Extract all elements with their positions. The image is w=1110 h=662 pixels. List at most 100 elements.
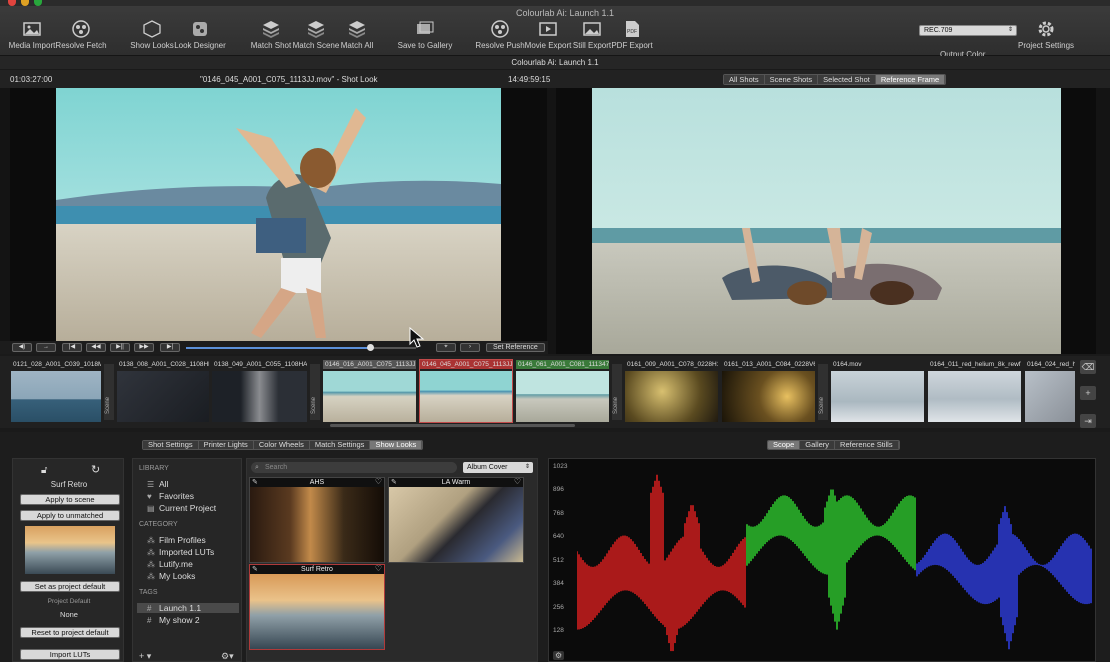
match-scene-icon [308,21,324,38]
shot-thumbnail[interactable]: 0146_061_A001_C081_111347.m... [516,360,609,422]
tab-match-settings[interactable]: Match Settings [309,441,371,449]
project-settings-button[interactable]: Project Settings [1016,20,1076,50]
shot-thumbnail[interactable]: 0164_011_red_helium_8k_rewfil... [928,360,1021,422]
export-shot-button[interactable]: ⇥ [1080,414,1096,428]
mode-all-shots[interactable]: All Shots [724,75,765,84]
show-looks-icon [143,20,161,38]
loop-button[interactable]: → [36,343,56,352]
tab-scope[interactable]: Scope [768,441,801,449]
add-library-button[interactable]: + ▾ [139,651,151,662]
shot-thumbnail[interactable]: 0138_049_A001_C055_1108HA... [212,360,307,422]
category-item-imported-luts[interactable]: ⁂ Imported LUTs [147,547,214,557]
fast-forward-button[interactable]: ▶▶ [134,343,154,352]
tab-shot-settings[interactable]: Shot Settings [143,441,199,449]
rewind-button[interactable]: ◀◀ [86,343,106,352]
reset-rotate-icon[interactable]: ↻ [91,463,100,476]
reset-project-default-button[interactable]: Reset to project default [20,627,120,638]
album-select[interactable]: Album Cover ⇕ [463,462,533,473]
look-designer-button[interactable]: Look Designer [170,20,230,50]
mode-scene-shots[interactable]: Scene Shots [764,75,819,84]
search-input[interactable]: ⌕ Search [251,462,457,473]
heart-icon[interactable]: ♡ [375,564,382,573]
tab-reference-stills[interactable]: Reference Stills [835,441,899,449]
category-item-film-profiles[interactable]: ⁂ Film Profiles [147,535,206,545]
edit-icon[interactable]: ✎ [252,478,258,486]
scope-level-label: 640 [553,533,564,540]
play-pause-button[interactable]: ▶|| [110,343,130,352]
category-item-my-looks[interactable]: ⁂ My Looks [147,571,195,581]
tab-gallery[interactable]: Gallery [800,441,836,449]
shot-thumbnail[interactable]: 0164_024_red_he... [1025,360,1075,422]
apply-to-unmatched-button[interactable]: Apply to unmatched [20,510,120,521]
still-export-icon [583,22,601,36]
scope-level-label: 896 [553,486,564,493]
shot-image [56,88,501,341]
look-card[interactable]: LA Warm ✎ ♡ [388,477,524,563]
delete-icon: ⌫ [1081,362,1095,372]
heart-icon: ♥ [147,492,152,501]
reference-viewer[interactable] [556,88,1096,354]
mode-reference-frame[interactable]: Reference Frame [875,75,946,84]
thumbnail-image [11,371,101,422]
go-to-end-button[interactable]: ▶| [160,343,180,352]
search-icon: ⌕ [255,464,259,471]
resolve-fetch-button[interactable]: Resolve Fetch [51,20,111,50]
shot-thumbnail[interactable]: 0161_013_A001_C084_0228V6... [722,360,815,422]
tab-color-wheels[interactable]: Color Wheels [253,441,310,449]
library-item-all[interactable]: ☰ All [147,479,168,489]
unlock-icon[interactable]: 🔓︎ [41,465,47,476]
gear-icon [1038,21,1054,37]
tab-printer-lights[interactable]: Printer Lights [198,441,254,449]
timeline-scrubber[interactable] [186,344,416,351]
edit-icon[interactable]: ✎ [391,478,397,486]
remove-shot-button[interactable]: ⌫ [1080,360,1096,374]
shot-strip: 0121_028_A001_C039_1018MK... Scene 0138_… [0,356,1110,428]
look-designer-icon [193,22,207,36]
hash-icon: # [147,616,152,625]
tag-item-my-show-2[interactable]: # My show 2 [147,615,200,625]
library-settings-button[interactable]: ⚙▾ [221,651,234,662]
scope-settings-icon[interactable]: ⚙ [553,651,565,660]
library-item-favorites[interactable]: ♥ Favorites [147,491,194,501]
shot-thumbnail[interactable]: 0161_009_A001_C078_0228H1... [625,360,718,422]
add-shot-button[interactable]: + [1080,386,1096,400]
output-color-select[interactable]: REC.709 ⇕ [919,25,1017,36]
set-project-default-button[interactable]: Set as project default [20,581,120,592]
library-item-current-project[interactable]: ▤ Current Project [147,503,216,513]
strip-scrollbar[interactable] [330,424,575,427]
shot-thumbnail[interactable]: 0146_016_A001_C075_1113JJ... [323,360,416,422]
look-card[interactable]: AHS ✎ ♡ [249,477,385,563]
heart-icon[interactable]: ♡ [514,477,521,486]
edit-icon[interactable]: ✎ [252,565,258,573]
shot-thumbnail[interactable]: 0164.mov [831,360,924,422]
tab-show-looks[interactable]: Show Looks [370,441,423,449]
apply-to-scene-button[interactable]: Apply to scene [20,494,120,505]
marker-button[interactable]: ⌖ [436,343,456,352]
next-button[interactable]: › [460,343,480,352]
shot-thumbnail-selected[interactable]: 0146_045_A001_C075_1113JJ... [419,359,513,423]
match-all-button[interactable]: Match All [327,20,387,50]
shot-thumbnail[interactable]: 0138_008_A001_C028_1108HH... [117,360,209,422]
resolve-fetch-icon [72,20,90,38]
svg-text:PDF: PDF [627,29,637,35]
save-to-gallery-button[interactable]: Save to Gallery [395,20,455,50]
scrubber-handle[interactable] [367,344,374,351]
category-item-lutify[interactable]: ⁂ Lutify.me [147,559,193,569]
look-detail-panel: 🔓︎ ↻ Surf Retro Apply to scene Apply to … [12,458,124,662]
import-luts-button[interactable]: Import LUTs [20,649,120,660]
look-card-title: Surf Retro [301,566,333,573]
audio-button[interactable]: ◀) [12,343,32,352]
go-to-start-button[interactable]: |◀ [62,343,82,352]
look-card-selected[interactable]: Surf Retro ✎ ♡ [249,564,385,650]
pdf-export-icon: PDF [626,21,639,37]
heart-icon[interactable]: ♡ [375,477,382,486]
shot-thumbnail[interactable]: 0121_028_A001_C039_1018MK... [11,360,101,422]
set-reference-button[interactable]: Set Reference [486,343,545,352]
reference-image [592,88,1061,354]
thumbnail-image [928,371,1021,422]
tag-item-launch[interactable]: # Launch 1.1 [137,603,239,613]
mode-selected-shot[interactable]: Selected Shot [818,75,876,84]
pdf-export-button[interactable]: PDF PDF Export [602,20,662,50]
shot-viewer[interactable] [10,88,547,341]
network-icon: ⁂ [147,548,155,557]
